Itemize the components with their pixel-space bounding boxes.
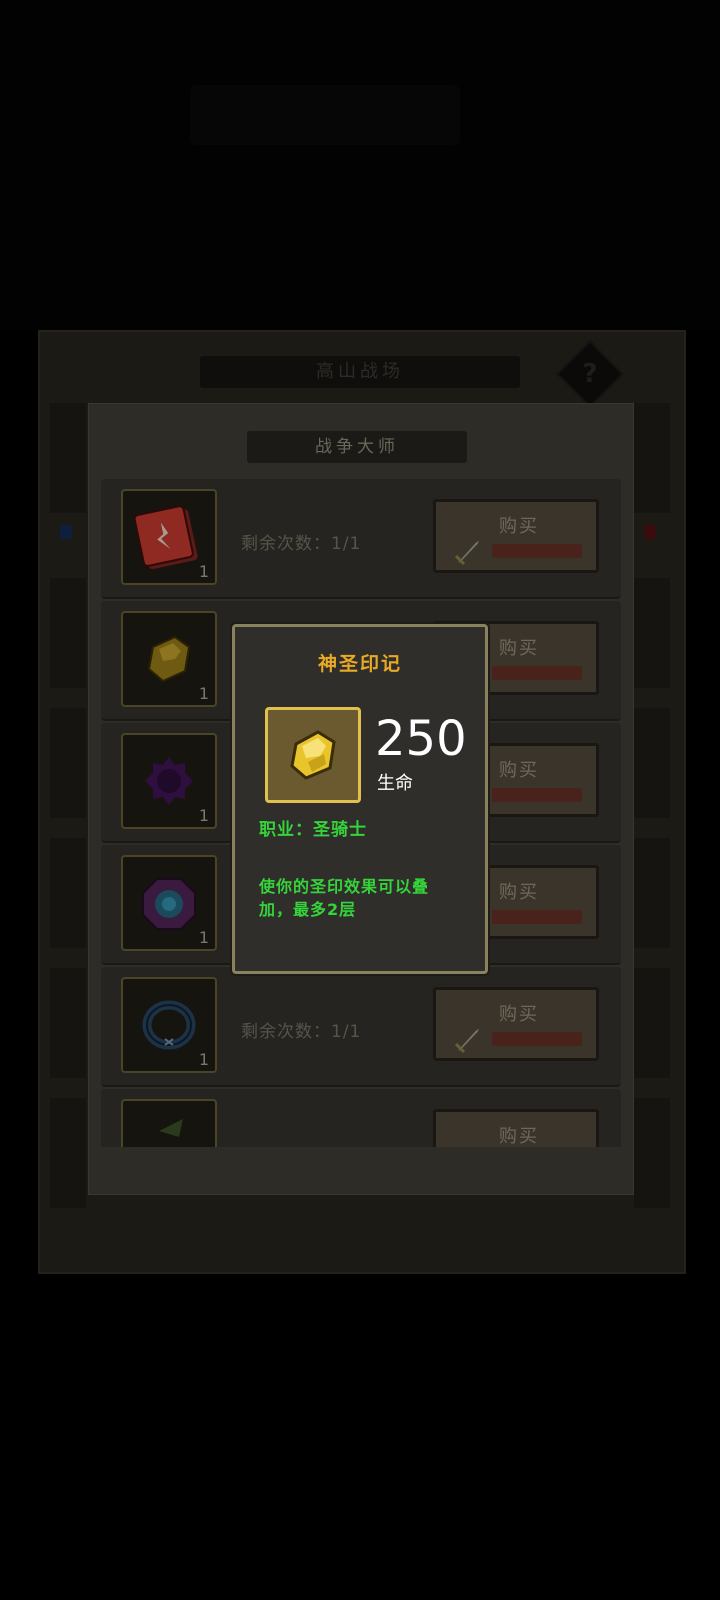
blue-marker-icon: [60, 525, 72, 539]
buy-label: 购买: [499, 1126, 539, 1147]
side-strip: [634, 578, 670, 688]
price-bar: [492, 1032, 582, 1046]
popup-class: 职业：圣骑士: [259, 820, 367, 840]
side-strip: [50, 968, 86, 1078]
gold-sigil-icon: [290, 730, 336, 780]
side-strip: [634, 1098, 670, 1208]
list-item: 购买: [101, 1089, 621, 1147]
price-bar: [492, 544, 582, 558]
sword-icon: [454, 1026, 482, 1054]
item-slot[interactable]: 1: [121, 733, 217, 829]
red-marker-icon: [644, 525, 656, 539]
item-count: 1: [198, 1050, 209, 1069]
item-slot[interactable]: 1: [121, 489, 217, 585]
list-item: 1 剩余次数：1/1 购买: [101, 967, 621, 1087]
remaining-count: 剩余次数：1/1: [241, 1022, 362, 1042]
buy-button[interactable]: 购买: [433, 987, 599, 1061]
side-strip: [50, 578, 86, 688]
background-title-shadow: [190, 85, 460, 145]
background-top: [0, 0, 720, 330]
item-count: 1: [198, 562, 209, 581]
help-icon: ?: [582, 359, 598, 389]
buy-button[interactable]: 购买: [433, 1109, 599, 1147]
price-bar: [492, 666, 582, 680]
sword-icon: [454, 538, 482, 566]
remaining-count: 剩余次数：1/1: [241, 534, 362, 554]
item-detail-popup[interactable]: 神圣印记 250 生命 职业：圣骑士 使你的圣印效果可以叠加，最多2层: [232, 624, 488, 974]
buy-button[interactable]: 购买: [433, 499, 599, 573]
side-strip: [634, 968, 670, 1078]
side-strip: [634, 403, 670, 513]
item-slot[interactable]: 1: [121, 977, 217, 1073]
popup-title: 神圣印记: [317, 653, 402, 675]
side-strip: [634, 708, 670, 818]
popup-item-slot: [265, 707, 361, 803]
shop-title: 战争大师: [247, 431, 467, 463]
popup-stat-value: 250: [375, 711, 467, 767]
price-bar: [492, 910, 582, 924]
green-item-icon: [159, 1119, 183, 1137]
popup-description: 使你的圣印效果可以叠加，最多2层: [259, 877, 430, 919]
buy-label: 购买: [499, 1004, 539, 1025]
side-strip: [50, 403, 86, 513]
item-slot[interactable]: 1: [121, 611, 217, 707]
side-strip: [50, 708, 86, 818]
side-strip: [50, 1098, 86, 1208]
item-count: 1: [198, 928, 209, 947]
list-item: 1 剩余次数：1/1 购买: [101, 479, 621, 599]
popup-stat-label: 生命: [377, 773, 413, 794]
side-strip: [50, 838, 86, 948]
buy-label: 购买: [499, 516, 539, 537]
item-count: 1: [198, 684, 209, 703]
price-bar: [492, 788, 582, 802]
outer-title: 高山战场: [200, 356, 520, 388]
side-strip: [634, 838, 670, 948]
item-count: 1: [198, 806, 209, 825]
item-slot[interactable]: [121, 1099, 217, 1147]
item-slot[interactable]: 1: [121, 855, 217, 951]
